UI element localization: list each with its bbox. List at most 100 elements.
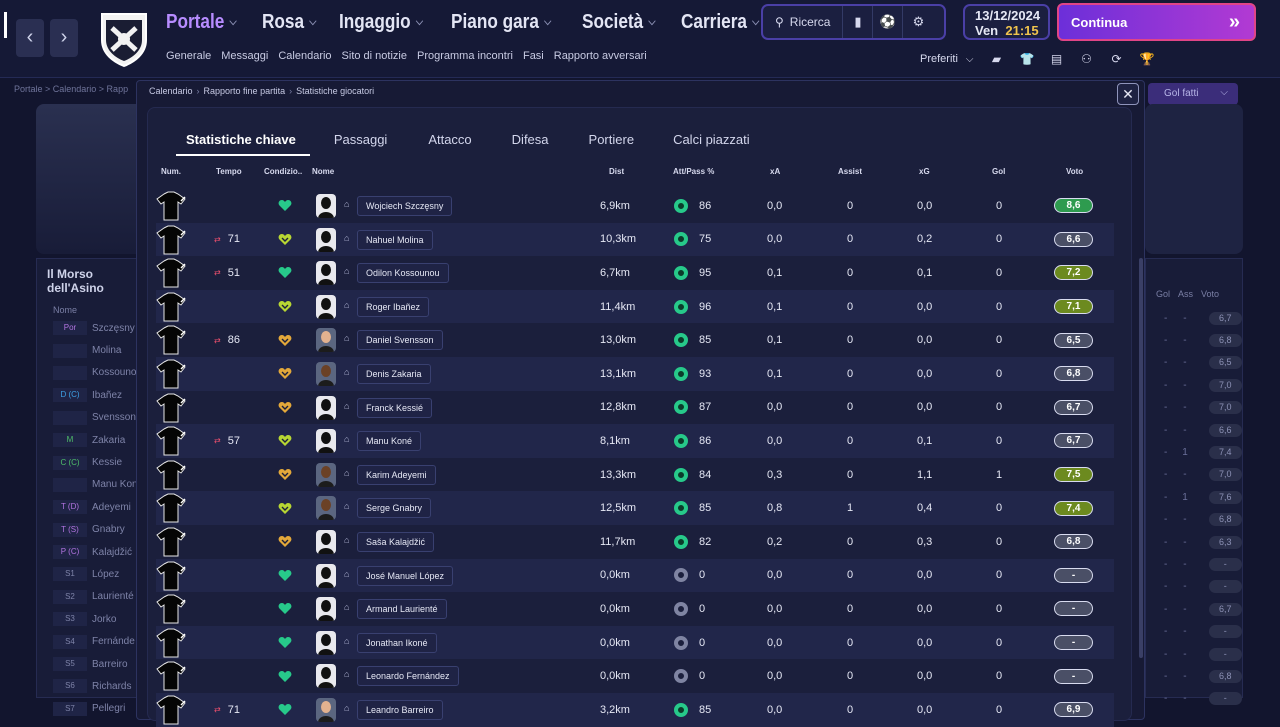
column-header-nome[interactable]: Nome: [312, 167, 334, 176]
search-button[interactable]: ⚲ Ricerca: [763, 6, 844, 38]
player-name-button[interactable]: Wojciech Szczęsny: [357, 196, 453, 216]
player-avatar[interactable]: [316, 630, 336, 655]
player-name-button[interactable]: Daniel Svensson: [357, 330, 443, 351]
player-row[interactable]: ⌂ Franck Kessié 12,8km 87 0,0 0 0,0 0 6,7: [156, 391, 1114, 425]
player-row[interactable]: ⌂ Denis Zakaria 13,1km 93 0,1 0 0,0 0 6,8: [156, 357, 1114, 391]
close-button[interactable]: ✕: [1117, 83, 1139, 105]
player-avatar[interactable]: [316, 194, 336, 218]
column-header-tempo[interactable]: Tempo: [216, 167, 242, 176]
column-header-gol[interactable]: Gol: [992, 167, 1005, 176]
submenu-fasi[interactable]: Fasi: [523, 50, 544, 62]
date-display[interactable]: 13/12/2024 Ven 21:15: [963, 4, 1050, 40]
player-name-button[interactable]: Franck Kessié: [357, 397, 433, 418]
player-avatar[interactable]: [316, 462, 336, 487]
player-row[interactable]: ⌂ Wojciech Szczęsny 6,9km 86 0,0 0 0,0 0 8,6: [156, 189, 1114, 223]
player-name-button[interactable]: Odilon Kossounou: [357, 263, 449, 284]
tab-difesa[interactable]: Difesa: [512, 132, 549, 156]
player-avatar[interactable]: [316, 664, 336, 689]
menu-societa[interactable]: Società ⌵: [582, 8, 656, 36]
player-row[interactable]: ⇄ 51 ⌂ Odilon Kossounou 6,7km 95 0,1 0 0,1 0 7,2: [156, 256, 1114, 290]
menu-rosa[interactable]: Rosa ⌵: [262, 8, 316, 36]
column-header-xa[interactable]: xA: [770, 167, 780, 176]
menu-portale[interactable]: Portale ⌵: [166, 8, 237, 36]
chevron-down-icon[interactable]: ⌵: [966, 54, 974, 65]
football-icon[interactable]: ⚽: [873, 6, 904, 38]
submenu-messaggi[interactable]: Messaggi: [221, 50, 268, 62]
tactics-icon[interactable]: ⚇: [1080, 52, 1094, 66]
player-avatar[interactable]: [316, 261, 336, 286]
player-name-button[interactable]: Roger Ibañez: [357, 296, 430, 317]
forward-button[interactable]: ›: [50, 19, 78, 57]
player-avatar[interactable]: [316, 227, 336, 252]
bookmark-icon[interactable]: ▮: [843, 6, 874, 38]
submenu-rapporto-avversari[interactable]: Rapporto avversari: [554, 50, 647, 62]
player-avatar[interactable]: [316, 395, 336, 420]
column-header-xg[interactable]: xG: [919, 167, 930, 176]
player-row[interactable]: ⌂ Saša Kalajdžić 11,7km 82 0,2 0 0,3 0 6,8: [156, 525, 1114, 559]
player-name-button[interactable]: Armand Laurienté: [357, 599, 447, 620]
kit-shirt-icon: [156, 393, 186, 423]
player-avatar[interactable]: [316, 429, 336, 454]
player-avatar[interactable]: [316, 294, 336, 319]
player-row[interactable]: ⌂ Armand Laurienté 0,0km 0 0,0 0 0,0 0 -: [156, 592, 1114, 626]
player-name-button[interactable]: Nahuel Molina: [357, 229, 433, 250]
scrollbar[interactable]: [1139, 258, 1143, 658]
column-header-num[interactable]: Num.: [161, 167, 181, 176]
column-header-dist[interactable]: Dist: [609, 167, 624, 176]
gear-icon[interactable]: ⚙: [903, 6, 933, 38]
tab-statistiche-chiave[interactable]: Statistiche chiave: [176, 132, 310, 156]
player-name-button[interactable]: Leandro Barreiro: [357, 700, 443, 720]
submenu-sito-notizie[interactable]: Sito di notizie: [342, 50, 407, 62]
player-avatar[interactable]: [316, 362, 336, 386]
refresh-icon[interactable]: ⟳: [1110, 52, 1124, 66]
chat-icon[interactable]: ▰: [990, 52, 1004, 66]
player-row[interactable]: ⇄ 71 ⌂ Leandro Barreiro 3,2km 85 0,0 0 0,0 0 6,9: [156, 693, 1114, 727]
favorites-dropdown[interactable]: Preferiti: [920, 53, 958, 65]
shirt-icon[interactable]: 👕: [1020, 52, 1035, 66]
player-row[interactable]: ⌂ Jonathan Ikoné 0,0km 0 0,0 0 0,0 0 -: [156, 625, 1114, 660]
player-name-button[interactable]: José Manuel López: [357, 565, 454, 586]
column-header-assist[interactable]: Assist: [838, 167, 862, 176]
breadcrumb-item[interactable]: Rapporto fine partita: [204, 86, 286, 96]
player-row[interactable]: ⌂ Leonardo Fernández 0,0km 0 0,0 0 0,0 0 -: [156, 659, 1114, 693]
menu-carriera[interactable]: Carriera ⌵: [681, 8, 759, 36]
player-name-button[interactable]: Denis Zakaria: [357, 364, 431, 384]
player-name-button[interactable]: Leonardo Fernández: [357, 666, 459, 687]
column-header-pass[interactable]: Att/Pass %: [673, 167, 714, 176]
menu-ingaggio[interactable]: Ingaggio ⌵: [339, 8, 423, 36]
player-name-button[interactable]: Jonathan Ikoné: [357, 632, 437, 653]
player-row[interactable]: ⌂ Karim Adeyemi 13,3km 84 0,3 0 1,1 1 7,5: [156, 458, 1114, 492]
player-row[interactable]: ⇄ 86 ⌂ Daniel Svensson 13,0km 85 0,1 0 0,0 0 6,5: [156, 323, 1114, 357]
tab-attacco[interactable]: Attacco: [428, 132, 471, 156]
back-button[interactable]: ‹: [16, 19, 44, 57]
player-name-button[interactable]: Karim Adeyemi: [357, 464, 436, 485]
tab-passaggi[interactable]: Passaggi: [334, 132, 387, 156]
submenu-calendario[interactable]: Calendario: [278, 50, 331, 62]
submenu-generale[interactable]: Generale: [166, 50, 211, 62]
player-avatar[interactable]: [316, 328, 336, 353]
column-header-voto[interactable]: Voto: [1066, 167, 1083, 176]
player-row[interactable]: ⌂ José Manuel López 0,0km 0 0,0 0 0,0 0 -: [156, 558, 1114, 593]
player-avatar[interactable]: [316, 496, 336, 521]
trophy-icon[interactable]: 🏆: [1140, 52, 1155, 66]
tab-portiere[interactable]: Portiere: [589, 132, 635, 156]
player-row[interactable]: ⇄ 71 ⌂ Nahuel Molina 10,3km 75 0,0 0 0,2 0 6,6: [156, 222, 1114, 257]
player-row[interactable]: ⇄ 57 ⌂ Manu Koné 8,1km 86 0,0 0 0,1 0 6,7: [156, 424, 1114, 458]
player-avatar[interactable]: [316, 597, 336, 622]
tab-calci-piazzati[interactable]: Calci piazzati: [673, 132, 750, 156]
goals-filter-dropdown[interactable]: Gol fatti ⌵: [1148, 83, 1238, 105]
menu-piano-gara[interactable]: Piano gara ⌵: [451, 8, 551, 36]
breadcrumb-item[interactable]: Calendario: [149, 86, 193, 96]
player-name-button[interactable]: Saša Kalajdžić: [357, 532, 435, 552]
player-name-button[interactable]: Manu Koné: [357, 431, 422, 452]
club-logo[interactable]: [98, 10, 150, 68]
player-row[interactable]: ⌂ Roger Ibañez 11,4km 96 0,1 0 0,0 0 7,1: [156, 289, 1114, 324]
player-avatar[interactable]: [316, 698, 336, 722]
submenu-programma[interactable]: Programma incontri: [417, 50, 513, 62]
player-name-button[interactable]: Serge Gnabry: [357, 498, 432, 519]
notes-icon[interactable]: ▤: [1050, 52, 1064, 66]
player-avatar[interactable]: [316, 563, 336, 588]
player-avatar[interactable]: [316, 530, 336, 554]
continue-button[interactable]: Continua »: [1057, 3, 1256, 41]
player-row[interactable]: ⌂ Serge Gnabry 12,5km 85 0,8 1 0,4 0 7,4: [156, 491, 1114, 525]
